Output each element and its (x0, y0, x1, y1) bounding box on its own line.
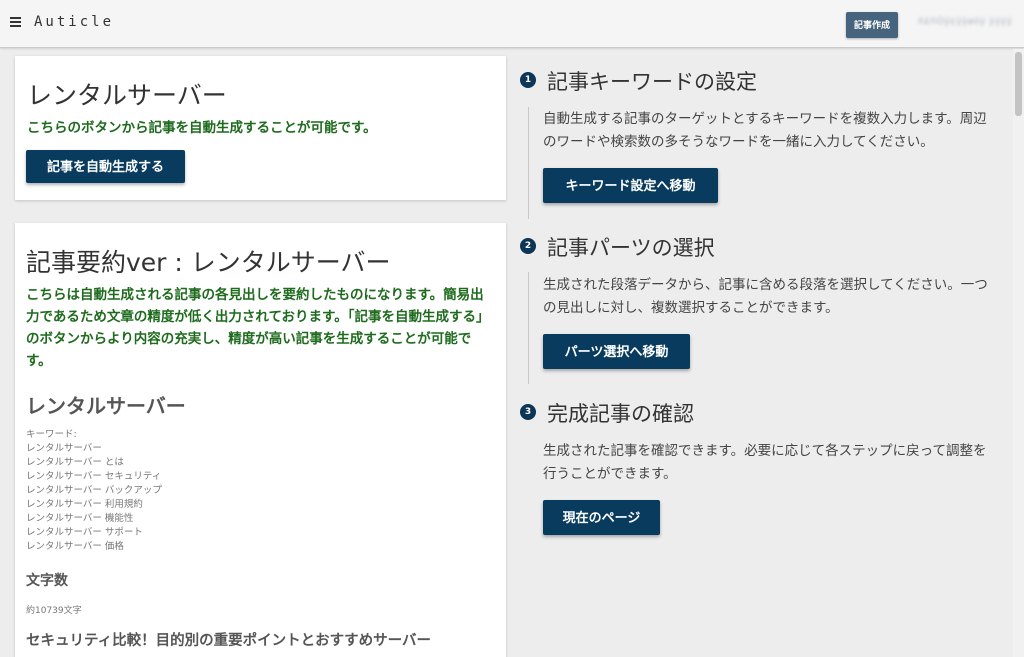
step-connector-line (528, 107, 529, 219)
user-name[interactable]: ñ£ñÖÿ¢ÿÿøöÿ ÿÿÿÿ (918, 17, 1012, 27)
keyword-item: レンタルサーバー セキュリティ (26, 471, 162, 482)
step-description: 自動生成する記事のターゲットとするキーワードを複数入力します。周辺のワードや検索… (543, 111, 987, 150)
keyword-item: レンタルサーバー 価格 (26, 541, 124, 552)
keyword-item: レンタルサーバー サポート (26, 527, 143, 538)
keyword-item: レンタルサーバー とは (26, 457, 124, 468)
summary-description: こちらは自動生成される記事の各見出しを要約したものになります。簡易出力であるため… (26, 287, 484, 369)
keyword-item: レンタルサーバー 機能性 (26, 513, 134, 524)
hamburger-menu-icon[interactable] (10, 17, 21, 27)
step-number-badge: 2 (520, 238, 536, 254)
char-count-value: 約10739文字 (26, 606, 82, 616)
generate-card: レンタルサーバー こちらのボタンから記事を自動生成することが可能です。 記事を自… (15, 56, 506, 200)
summary-card: 記事要約ver : レンタルサーバー こちらは自動生成される記事の各見出しを要約… (15, 223, 506, 657)
step-title: 記事パーツの選択 (547, 236, 715, 260)
keyword-item: レンタルサーバー (26, 443, 102, 454)
auto-generate-button[interactable]: 記事を自動生成する (26, 150, 185, 183)
step-number-badge: 1 (520, 72, 536, 88)
keyword-list: キーワード: レンタルサーバー レンタルサーバー とは レンタルサーバー セキュ… (26, 428, 162, 554)
step-title: 記事キーワードの設定 (547, 70, 757, 94)
scrollbar-thumb[interactable] (1015, 52, 1022, 116)
step-number-badge: 3 (520, 404, 536, 420)
step-connector-line (528, 272, 529, 384)
top-app-bar: Auticle 記事作成 ñ£ñÖÿ¢ÿÿøöÿ ÿÿÿÿ (0, 0, 1024, 48)
parts-selection-button[interactable]: パーツ選択へ移動 (543, 334, 690, 369)
create-article-button[interactable]: 記事作成 (846, 12, 898, 38)
keyword-item: レンタルサーバー 利用規約 (26, 499, 143, 510)
current-page-button[interactable]: 現在のページ (543, 500, 660, 535)
card-title: レンタルサーバー (27, 81, 227, 110)
step-description: 生成された段落データから、記事に含める段落を選択してください。一つの見出しに対し… (543, 277, 988, 316)
section-heading: セキュリティ比較！目的別の重要ポイントとおすすめサーバー (26, 633, 431, 649)
keyword-settings-button[interactable]: キーワード設定へ移動 (543, 168, 718, 203)
keyword-item: レンタルサーバー バックアップ (26, 485, 162, 496)
summary-title: 記事要約ver : レンタルサーバー (26, 248, 391, 277)
keywords-label: キーワード: (26, 429, 77, 440)
scrollbar-track[interactable] (1013, 49, 1024, 657)
card-description: こちらのボタンから記事を自動生成することが可能です。 (27, 120, 377, 136)
summary-heading: レンタルサーバー (26, 394, 186, 418)
step-title: 完成記事の確認 (547, 402, 694, 426)
step-description: 生成された記事を確認できます。必要に応じて各ステップに戻って調整を行うことができ… (543, 443, 987, 482)
app-logo[interactable]: Auticle (34, 14, 114, 30)
char-count-heading: 文字数 (26, 573, 68, 589)
